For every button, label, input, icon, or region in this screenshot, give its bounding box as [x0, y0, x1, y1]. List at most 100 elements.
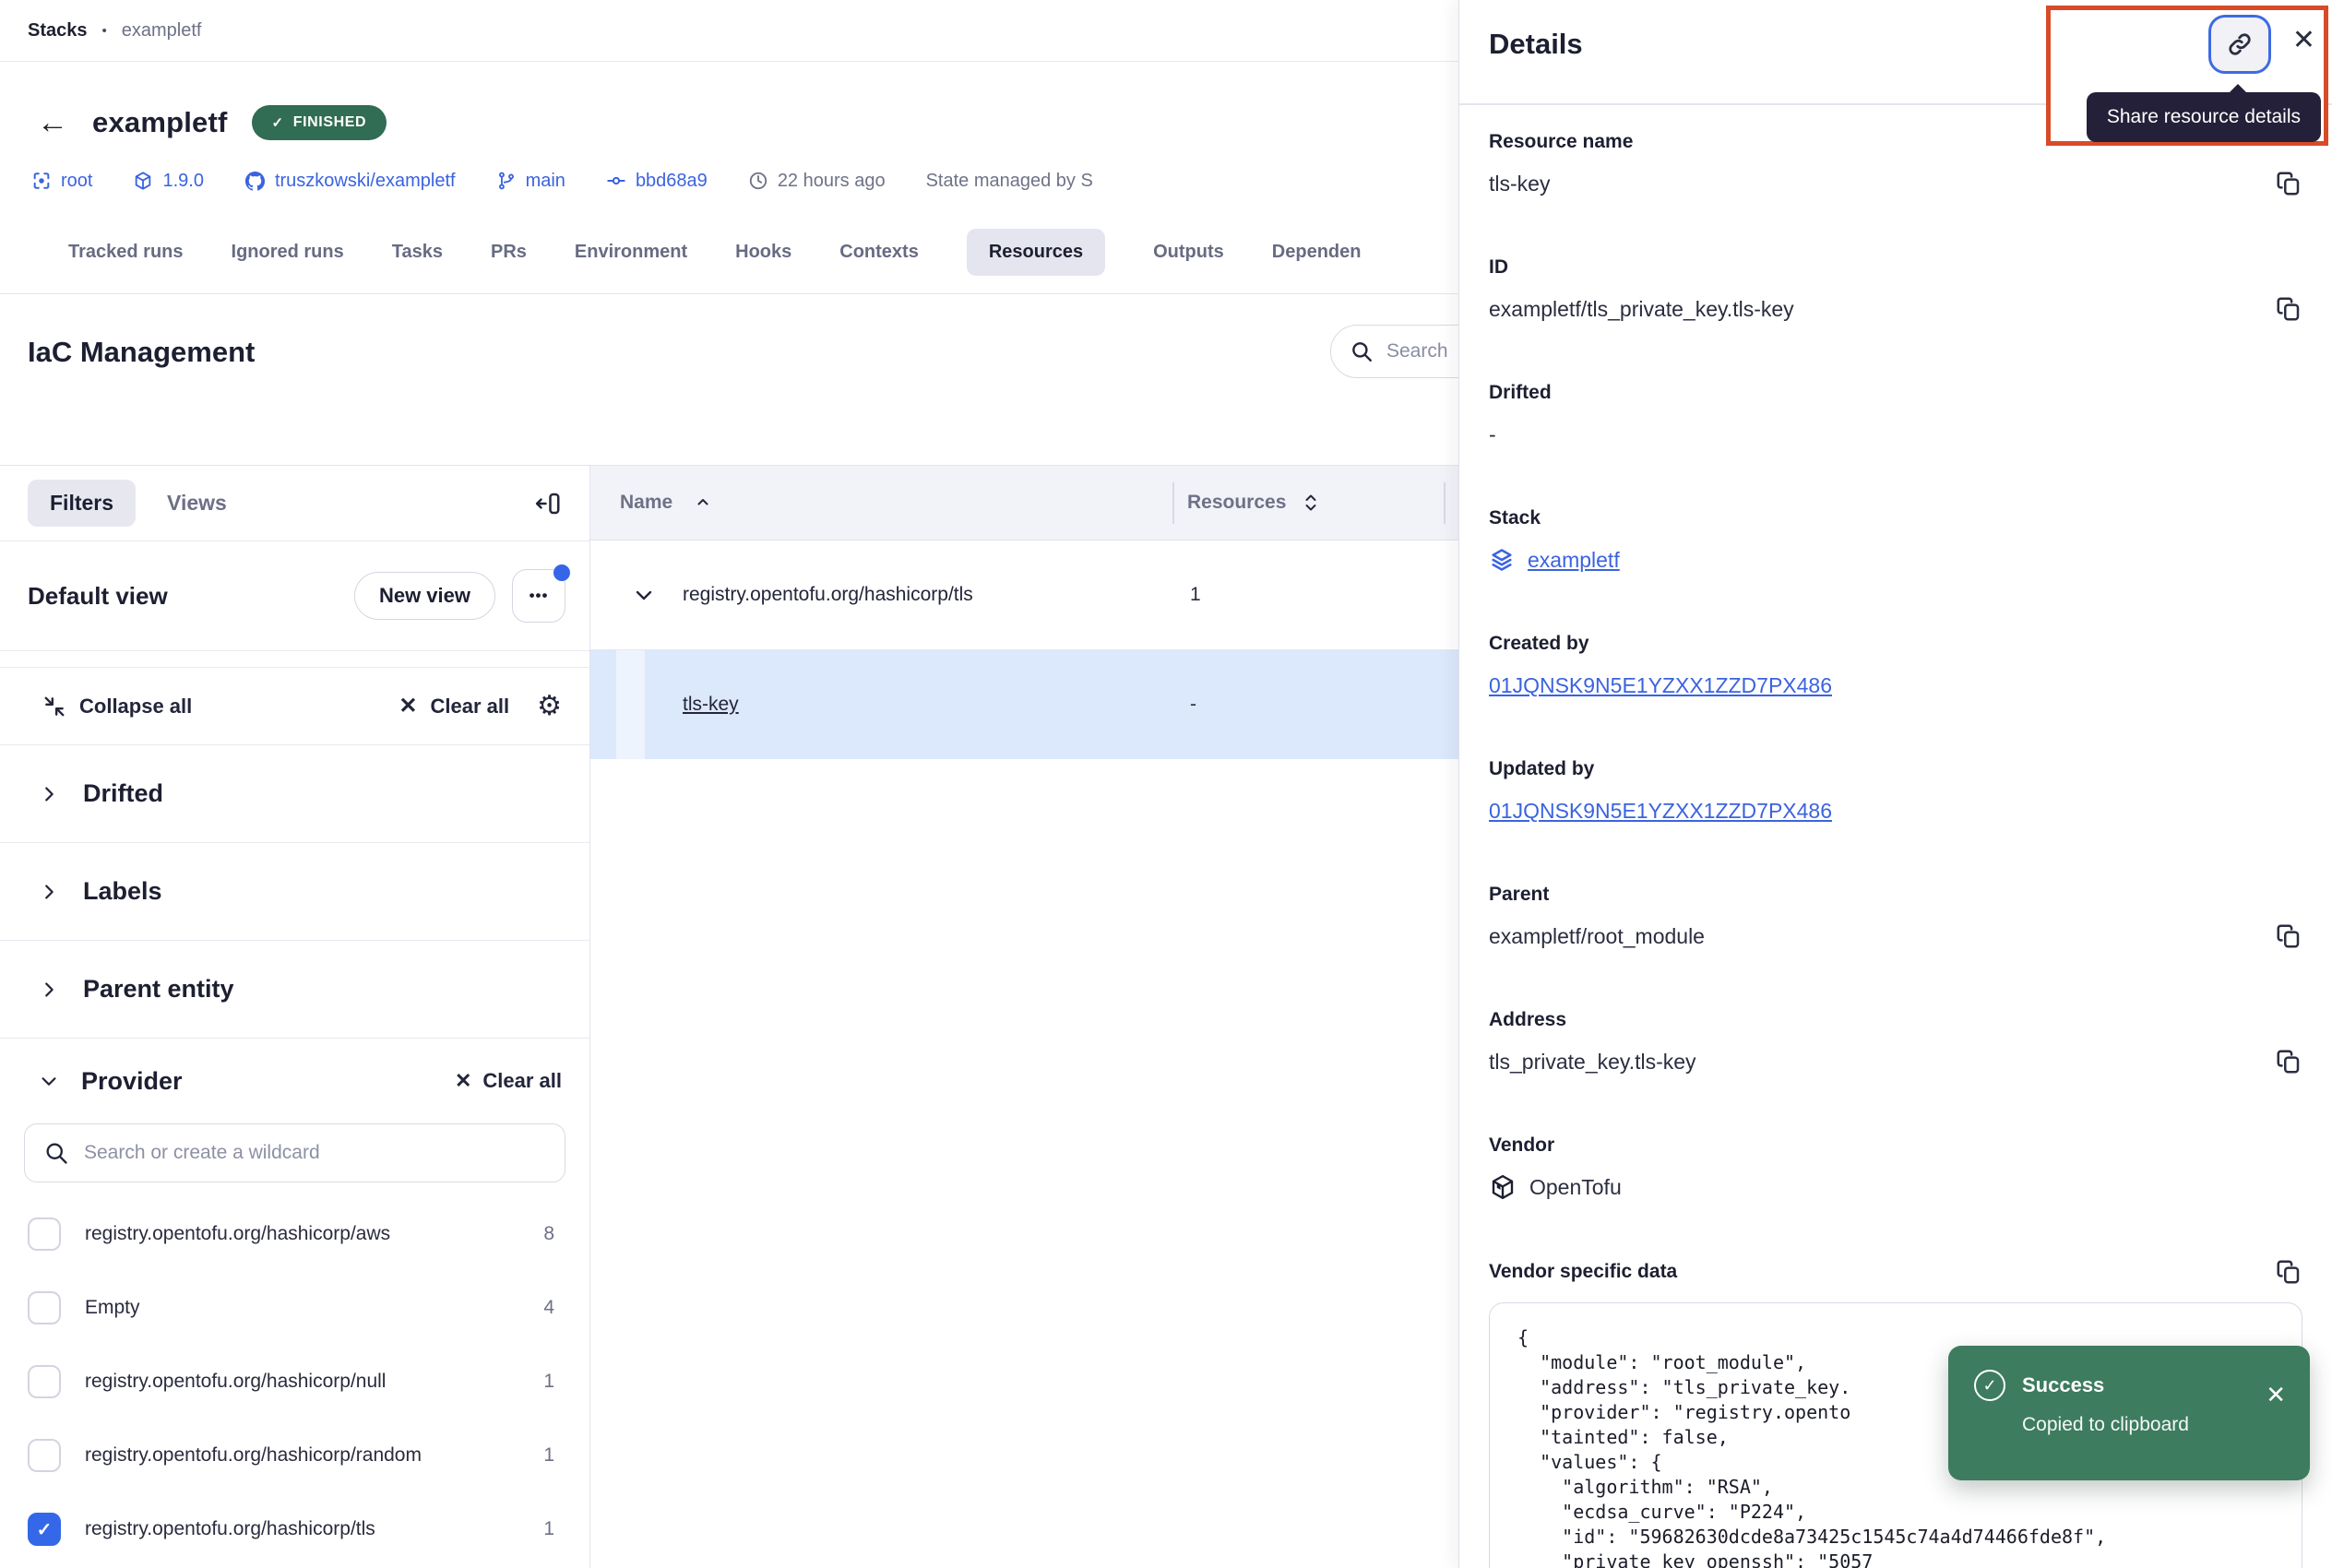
- checkbox[interactable]: [28, 1218, 61, 1251]
- checkbox[interactable]: [28, 1439, 61, 1472]
- toast-message: Copied to clipboard: [2022, 1414, 2284, 1436]
- field-stack: Stack exampletf: [1489, 505, 2302, 574]
- more-dots-icon: •••: [529, 587, 549, 605]
- views-tab[interactable]: Views: [167, 491, 227, 516]
- breadcrumb-stacks[interactable]: Stacks: [28, 20, 88, 42]
- tab-contexts[interactable]: Contexts: [839, 242, 919, 263]
- checkbox[interactable]: [28, 1365, 61, 1398]
- space-link[interactable]: root: [31, 171, 92, 192]
- share-resource-button[interactable]: [2208, 15, 2271, 74]
- chevron-down-icon[interactable]: [633, 584, 655, 606]
- tab-tracked-runs[interactable]: Tracked runs: [68, 242, 184, 263]
- checkbox-checked[interactable]: ✓: [28, 1513, 61, 1546]
- details-title: Details: [1489, 28, 1583, 61]
- search-icon: [1350, 339, 1374, 363]
- collapse-all-icon: [42, 695, 66, 719]
- link-icon: [2226, 30, 2254, 58]
- tab-outputs[interactable]: Outputs: [1153, 242, 1224, 263]
- iac-header: IaC Management: [0, 294, 1458, 410]
- updated-by-link[interactable]: 01JQNSK9N5E1YZXX1ZZD7PX486: [1489, 797, 1832, 825]
- chevron-down-icon[interactable]: [39, 1071, 59, 1091]
- branch-item[interactable]: main: [496, 171, 565, 192]
- provider-option-empty[interactable]: Empty 4: [0, 1271, 589, 1345]
- stack-meta: root 1.9.0 truszkowski/exampletf main bb…: [0, 150, 1458, 211]
- stack-link[interactable]: exampletf: [1528, 546, 1620, 574]
- clear-all-button[interactable]: ✕ Clear all: [399, 693, 509, 719]
- provider-option-aws[interactable]: registry.opentofu.org/hashicorp/aws 8: [0, 1197, 589, 1271]
- field-drifted: Drifted -: [1489, 380, 2302, 448]
- x-icon: ✕: [455, 1069, 471, 1093]
- filter-section-drifted[interactable]: Drifted: [0, 745, 589, 843]
- breadcrumb-current: exampletf: [122, 20, 202, 42]
- chevron-right-icon: [39, 784, 59, 804]
- provider-search-input[interactable]: [84, 1142, 527, 1164]
- resource-link[interactable]: tls-key: [683, 694, 739, 716]
- table-row-tls-key-selected[interactable]: tls-key -: [590, 650, 1458, 759]
- column-header-resources[interactable]: Resources: [1187, 492, 1319, 514]
- x-icon: ✕: [399, 693, 417, 719]
- opentofu-icon: [1489, 1173, 1517, 1201]
- tab-hooks[interactable]: Hooks: [735, 242, 791, 263]
- sort-both-icon: [1303, 493, 1319, 513]
- close-icon[interactable]: ✕: [2266, 1381, 2286, 1409]
- tab-tasks[interactable]: Tasks: [392, 242, 443, 263]
- search-input[interactable]: [1386, 340, 1458, 362]
- version-item[interactable]: 1.9.0: [133, 171, 203, 192]
- tab-environment[interactable]: Environment: [575, 242, 687, 263]
- state-note: State managed by S: [926, 171, 1093, 192]
- filter-section-provider: Provider ✕ Clear all registry.opentofu.o…: [0, 1039, 589, 1568]
- success-toast: ✓ Success Copied to clipboard ✕: [1948, 1346, 2310, 1480]
- provider-option-tls[interactable]: ✓ registry.opentofu.org/hashicorp/tls 1: [0, 1492, 589, 1566]
- check-icon: ✓: [272, 114, 284, 131]
- new-view-button[interactable]: New view: [354, 572, 495, 620]
- copy-icon[interactable]: [2275, 922, 2302, 950]
- copy-icon[interactable]: [2275, 1048, 2302, 1075]
- status-badge: ✓ FINISHED: [252, 105, 387, 140]
- gear-icon[interactable]: ⚙: [537, 690, 562, 722]
- tab-dependencies[interactable]: Dependen: [1272, 242, 1362, 263]
- commit-icon: [606, 171, 626, 191]
- field-parent: Parent exampletf/root_module: [1489, 882, 2302, 950]
- commit-item[interactable]: bbd68a9: [606, 171, 708, 192]
- tab-ignored-runs[interactable]: Ignored runs: [232, 242, 344, 263]
- space-icon: [31, 171, 52, 191]
- provider-option-random[interactable]: registry.opentofu.org/hashicorp/random 1: [0, 1419, 589, 1492]
- repo-link[interactable]: truszkowski/exampletf: [244, 171, 456, 192]
- field-vendor-data: Vendor specific data: [1489, 1258, 2302, 1286]
- view-more-button[interactable]: •••: [512, 569, 565, 623]
- table-row-provider[interactable]: registry.opentofu.org/hashicorp/tls 1: [590, 540, 1458, 650]
- field-updated-by: Updated by 01JQNSK9N5E1YZXX1ZZD7PX486: [1489, 756, 2302, 825]
- back-arrow-icon[interactable]: ←: [37, 107, 68, 138]
- filters-tab[interactable]: Filters: [28, 480, 136, 527]
- stack-tabs: Tracked runs Ignored runs Tasks PRs Envi…: [0, 211, 1458, 294]
- notification-dot: [553, 564, 570, 581]
- collapse-sidebar-icon[interactable]: [534, 490, 562, 517]
- check-circle-icon: ✓: [1974, 1370, 2005, 1401]
- created-by-link[interactable]: 01JQNSK9N5E1YZXX1ZZD7PX486: [1489, 671, 1832, 699]
- tab-prs[interactable]: PRs: [491, 242, 527, 263]
- field-created-by: Created by 01JQNSK9N5E1YZXX1ZZD7PX486: [1489, 631, 2302, 699]
- stack-header: ← exampletf ✓ FINISHED: [0, 62, 1458, 150]
- chevron-right-icon: [39, 980, 59, 1000]
- collapse-all-button[interactable]: Collapse all: [42, 695, 192, 719]
- provider-option-null[interactable]: registry.opentofu.org/hashicorp/null 1: [0, 1345, 589, 1419]
- filter-section-parent-entity[interactable]: Parent entity: [0, 941, 589, 1039]
- copy-icon[interactable]: [2275, 1258, 2302, 1286]
- tab-resources[interactable]: Resources: [967, 229, 1105, 276]
- close-icon[interactable]: ✕: [2292, 24, 2315, 56]
- provider-search[interactable]: [24, 1123, 565, 1182]
- copy-icon[interactable]: [2275, 295, 2302, 323]
- chevron-right-icon: [39, 882, 59, 902]
- iac-title: IaC Management: [28, 336, 255, 369]
- provider-clear-all-button[interactable]: ✕ Clear all: [455, 1069, 562, 1093]
- page-title: exampletf: [92, 106, 228, 139]
- details-panel: Details ✕ Share resource details Resourc…: [1458, 0, 2332, 1568]
- main-pane: ← exampletf ✓ FINISHED root 1.9.0 truszk…: [0, 62, 1458, 1568]
- checkbox[interactable]: [28, 1291, 61, 1324]
- filter-section-labels[interactable]: Labels: [0, 843, 589, 941]
- copy-icon[interactable]: [2275, 170, 2302, 197]
- toast-title: Success: [2022, 1373, 2104, 1397]
- search-icon: [43, 1140, 69, 1166]
- resources-search[interactable]: [1330, 325, 1458, 378]
- column-header-name[interactable]: Name: [590, 492, 711, 514]
